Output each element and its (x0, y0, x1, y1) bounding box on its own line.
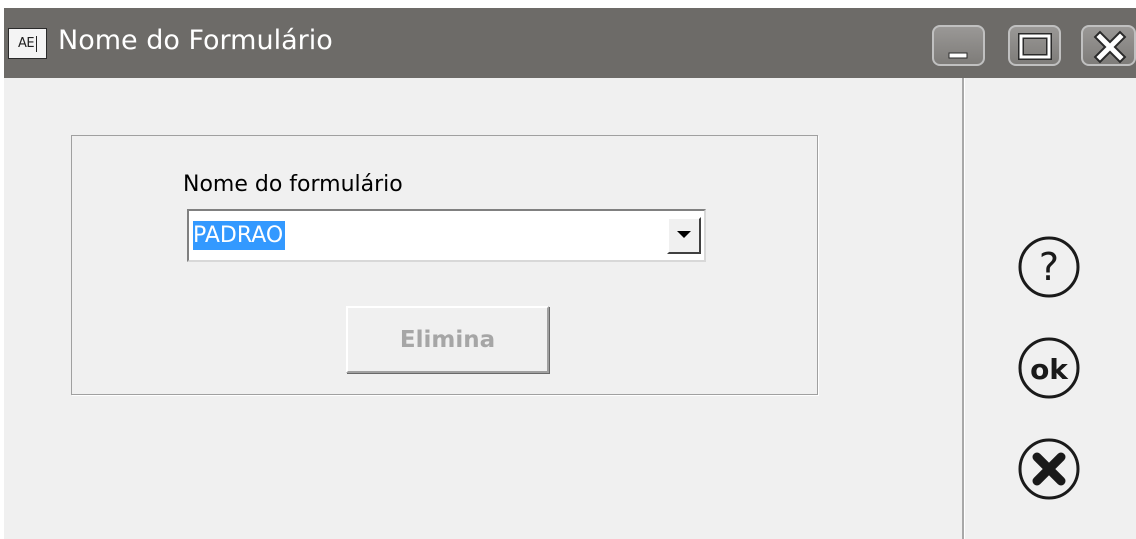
x-circle-icon[interactable] (1016, 436, 1082, 502)
maximize-button[interactable] (1008, 25, 1061, 66)
ok-icon-text: ok (1030, 353, 1069, 386)
form-name-label: Nome do formulário (183, 172, 403, 197)
svg-text:?: ? (1039, 245, 1059, 289)
minimize-icon (948, 52, 968, 59)
delete-button[interactable]: Elimina (346, 306, 549, 373)
app-icon-text: AE (17, 36, 35, 51)
minimize-button[interactable] (932, 25, 985, 66)
vertical-divider (962, 78, 965, 539)
question-circle-icon[interactable]: ? (1016, 234, 1082, 300)
close-icon (1093, 30, 1127, 64)
dialog-window: AE Nome do Formulário Nome do formulário… (4, 8, 1136, 539)
close-button[interactable] (1081, 25, 1136, 66)
form-name-combobox[interactable]: PADRAO (187, 209, 706, 262)
maximize-icon (1018, 33, 1052, 60)
title-bar[interactable]: AE Nome do Formulário (4, 8, 1136, 78)
dropdown-arrow-icon (677, 231, 691, 238)
form-name-value[interactable]: PADRAO (193, 221, 286, 250)
window-title: Nome do Formulário (58, 25, 333, 56)
combo-dropdown-button[interactable] (667, 217, 701, 254)
app-icon[interactable]: AE (8, 28, 47, 59)
ok-circle-icon[interactable]: ok (1016, 335, 1082, 401)
